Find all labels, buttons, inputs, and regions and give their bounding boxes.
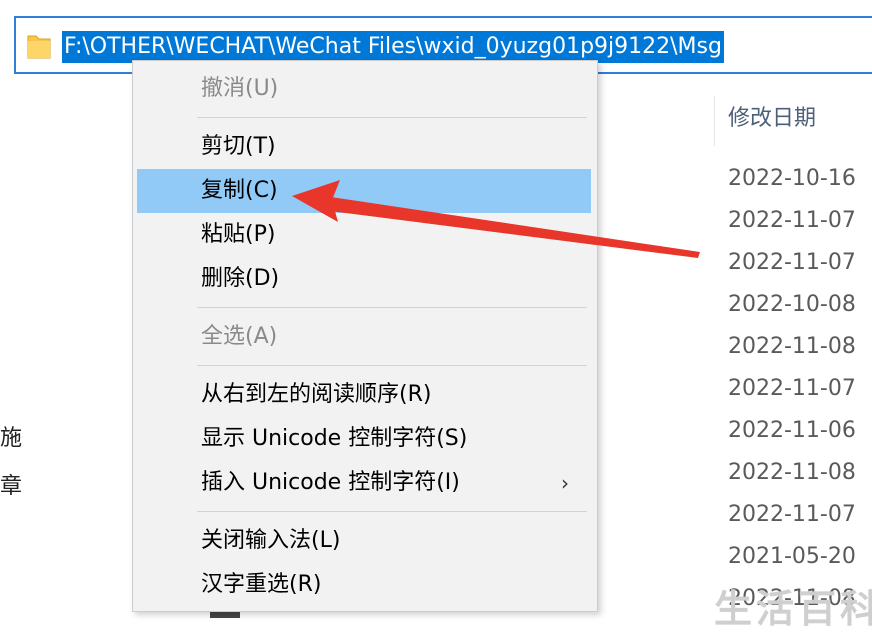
menu-item-insert-unicode-control[interactable]: 插入 Unicode 控制字符(I) › — [137, 461, 591, 505]
list-item[interactable]: 2022-11-08 — [728, 326, 856, 368]
list-item[interactable]: 2022-11-07 — [728, 494, 856, 536]
modified-date-list: 2022-10-16 2022-11-07 2022-11-07 2022-10… — [728, 158, 856, 620]
menu-separator — [197, 117, 587, 118]
left-pane-text-fragment: 施 — [0, 426, 23, 451]
list-item[interactable]: 2022-11-06 — [728, 410, 856, 452]
list-item[interactable]: 2022-11-07 — [728, 242, 856, 284]
menu-item-label: 关闭输入法(L) — [201, 528, 341, 553]
list-item[interactable]: 2022-11-07 — [728, 368, 856, 410]
chevron-right-icon: › — [561, 471, 569, 495]
list-item[interactable]: 2022-10-08 — [728, 284, 856, 326]
menu-separator — [197, 307, 587, 308]
watermark: 生活百科 — [714, 587, 872, 631]
menu-item-label: 剪切(T) — [201, 134, 276, 159]
context-menu: 撤消(U) 剪切(T) 复制(C) 粘贴(P) 删除(D) 全选(A) 从右到左… — [132, 60, 598, 612]
menu-separator — [197, 365, 587, 366]
column-header-modified-date[interactable]: 修改日期 — [728, 100, 816, 132]
annotation-arrow-shaft — [322, 196, 700, 258]
menu-item-label: 全选(A) — [201, 324, 278, 349]
left-pane-text-fragment: 章 — [0, 474, 23, 499]
menu-item-label: 从右到左的阅读顺序(R) — [201, 382, 432, 407]
partial-icon — [210, 612, 240, 618]
address-path-text[interactable]: F:\OTHER\WECHAT\WeChat Files\wxid_0yuzg0… — [62, 31, 724, 63]
menu-item-label: 撤消(U) — [201, 76, 279, 101]
menu-item-label: 插入 Unicode 控制字符(I) — [201, 470, 460, 495]
menu-item-reconvert[interactable]: 汉字重选(R) — [137, 563, 591, 607]
list-item[interactable]: 2022-11-08 — [728, 452, 856, 494]
menu-item-rtl-reading-order[interactable]: 从右到左的阅读顺序(R) — [137, 373, 591, 417]
menu-item-cut[interactable]: 剪切(T) — [137, 125, 591, 169]
folder-icon — [26, 32, 52, 60]
menu-item-label: 复制(C) — [201, 178, 278, 203]
annotation-arrow-icon — [292, 180, 700, 258]
list-item[interactable]: 2022-11-07 — [728, 200, 856, 242]
menu-item-label: 汉字重选(R) — [201, 572, 322, 597]
menu-item-label: 删除(D) — [201, 266, 280, 291]
menu-item-close-ime[interactable]: 关闭输入法(L) — [137, 519, 591, 563]
menu-item-undo: 撤消(U) — [137, 67, 591, 111]
menu-item-select-all: 全选(A) — [137, 315, 591, 359]
menu-separator — [197, 511, 587, 512]
list-item[interactable]: 2022-10-16 — [728, 158, 856, 200]
list-item[interactable]: 2021-05-20 — [728, 536, 856, 578]
menu-item-label: 显示 Unicode 控制字符(S) — [201, 426, 468, 451]
column-divider[interactable] — [714, 96, 715, 146]
menu-item-label: 粘贴(P) — [201, 222, 276, 247]
menu-item-show-unicode-control[interactable]: 显示 Unicode 控制字符(S) — [137, 417, 591, 461]
